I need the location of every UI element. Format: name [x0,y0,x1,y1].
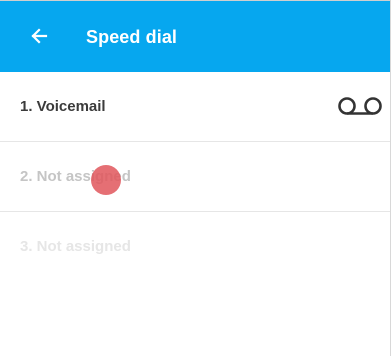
speed-dial-screen: Speed dial 1. Voicemail 2. Not assigned … [0,0,391,356]
arrow-left-icon [31,28,48,44]
voicemail-icon [338,97,382,115]
speed-dial-entry-label: 1. Voicemail [20,98,106,115]
speed-dial-entry-3[interactable]: 3. Not assigned [0,212,391,282]
app-bar: Speed dial [0,0,391,72]
speed-dial-entry-label: 3. Not assigned [20,238,131,255]
back-button[interactable] [22,19,56,53]
speed-dial-entry-2[interactable]: 2. Not assigned [0,142,391,212]
speed-dial-entry-1[interactable]: 1. Voicemail [0,72,391,142]
speed-dial-entry-label: 2. Not assigned [20,168,131,185]
page-title: Speed dial [86,27,178,47]
speed-dial-list: 1. Voicemail 2. Not assigned 3. Not assi… [0,72,391,282]
